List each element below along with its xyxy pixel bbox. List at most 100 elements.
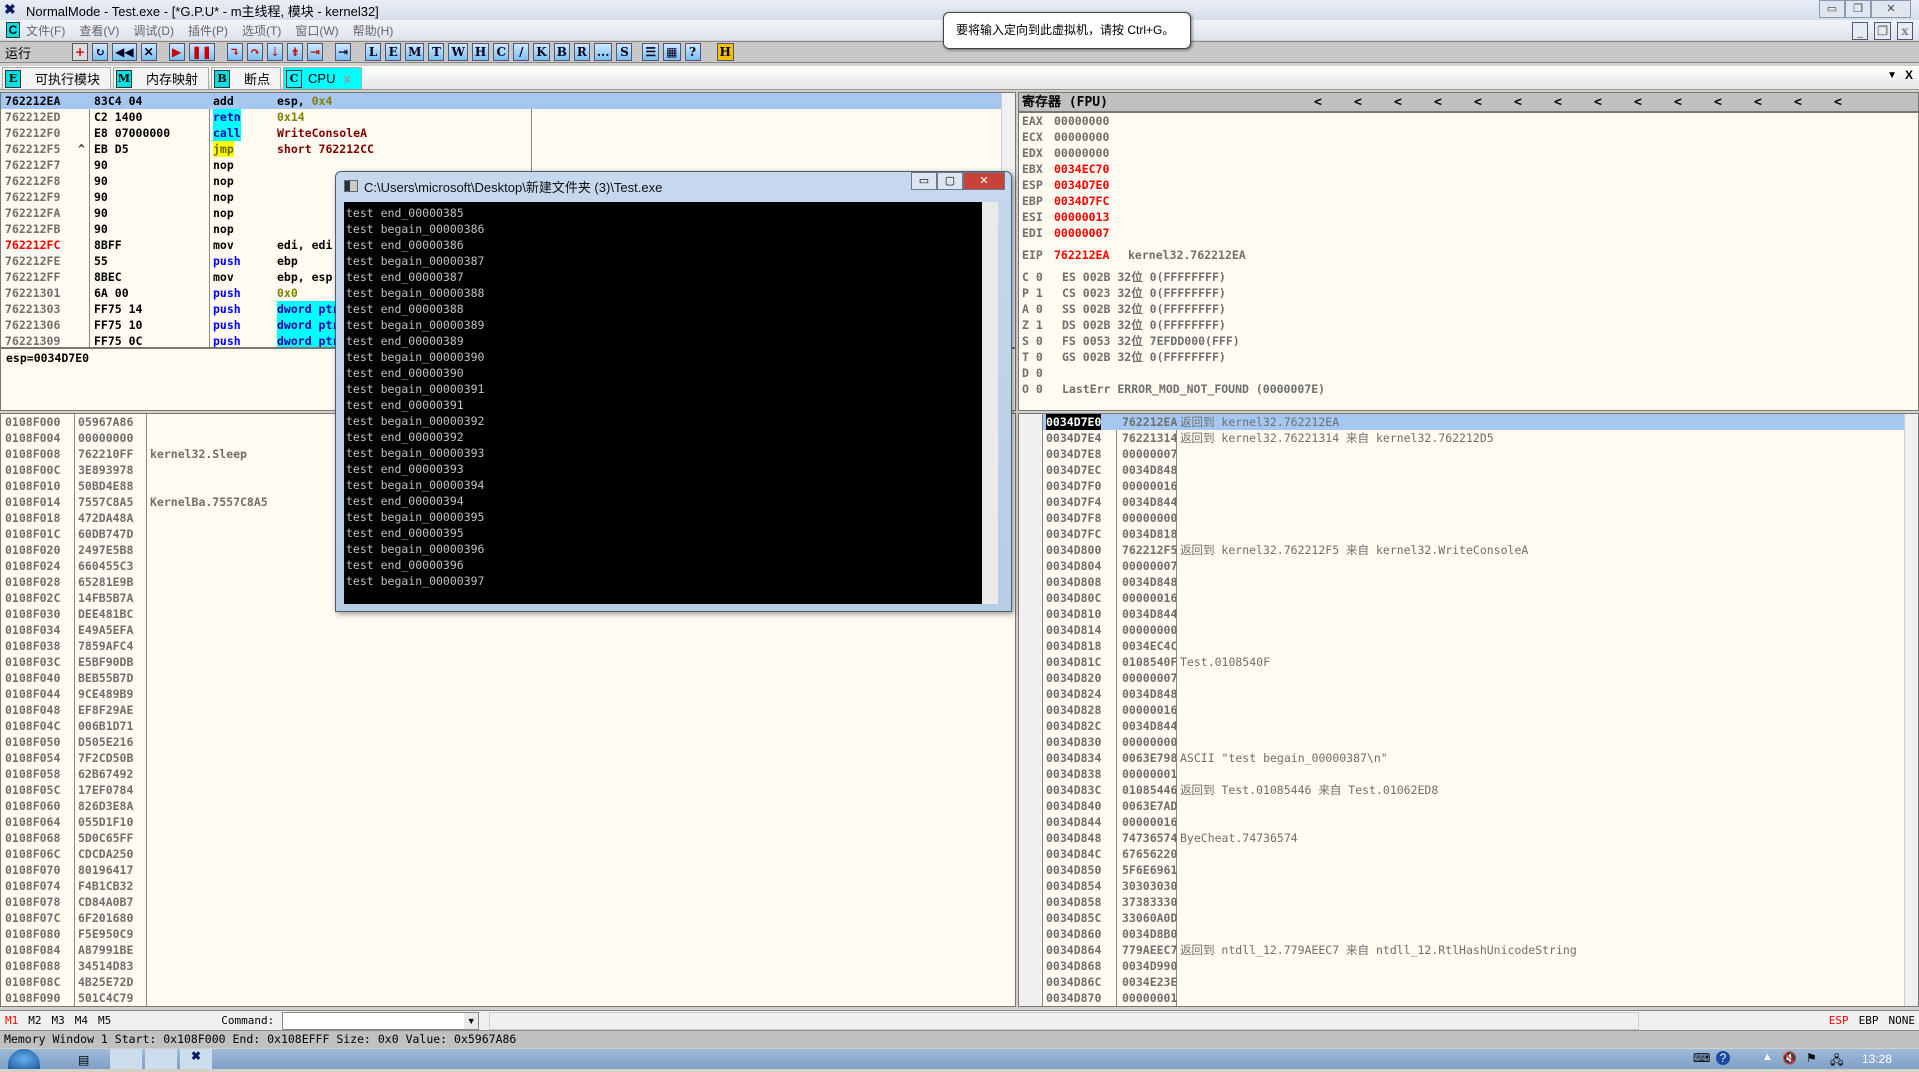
scroll-left-arrow-icon[interactable]: < xyxy=(1794,93,1834,113)
stack-row[interactable]: 0034D864 779AEEC7 返回到 ntdll_12.779AEEC7 来自… xyxy=(1043,942,1904,958)
memory-row[interactable]: 0108F054 7F2CD50B xyxy=(1,750,1015,766)
trace-into-icon[interactable]: ⇣ xyxy=(266,43,283,61)
step-into-icon[interactable]: ↴ xyxy=(226,43,243,61)
toolbar-window-button[interactable]: H xyxy=(471,43,490,61)
stack-scrollbar[interactable] xyxy=(1904,414,1918,1006)
scroll-left-arrow-icon[interactable]: < xyxy=(1714,93,1754,113)
taskbar-app-icon[interactable] xyxy=(110,1049,142,1069)
scroll-left-arrow-icon[interactable]: < xyxy=(1554,93,1594,113)
console-close-button[interactable]: ✕ xyxy=(963,172,1005,190)
memory-row[interactable]: 0108F078 CD84A0B7 xyxy=(1,894,1015,910)
menu-item[interactable]: 文件(F) xyxy=(26,22,65,39)
stack-row[interactable]: 0034D81C 0108540F Test.0108540F xyxy=(1043,654,1904,670)
register-value[interactable]: 0034EC70 xyxy=(1054,161,1109,177)
flag-row[interactable]: P 1 CS 0023 32位 0(FFFFFFFF) xyxy=(1022,285,1918,301)
stack-row[interactable]: 0034D7F0 00000016 xyxy=(1043,478,1904,494)
show-hidden-icons-icon[interactable]: ▲ xyxy=(1762,1051,1773,1063)
scroll-left-arrow-icon[interactable]: < xyxy=(1834,93,1874,113)
stack-row[interactable]: 0034D808 0034D848 xyxy=(1043,574,1904,590)
stack-row[interactable]: 0034D850 5F6E6961 xyxy=(1043,862,1904,878)
toolbar-window-button[interactable]: T xyxy=(428,43,445,61)
memory-row[interactable]: 0108F090 501C4C79 xyxy=(1,990,1015,1006)
minimize-button[interactable]: ▭ xyxy=(1819,0,1845,18)
memory-row[interactable]: 0108F060 826D3E8A xyxy=(1,798,1015,814)
memory-row[interactable]: 0108F068 5D0C65FF xyxy=(1,830,1015,846)
memory-row[interactable]: 0108F05C 17EF0784 xyxy=(1,782,1015,798)
stack-row[interactable]: 0034D828 00000016 xyxy=(1043,702,1904,718)
register-row[interactable]: ECX 00000000 xyxy=(1022,129,1918,145)
h-button[interactable]: H xyxy=(716,43,734,61)
stack-row[interactable]: 0034D834 0063E798 ASCII "test begain_00000… xyxy=(1043,750,1904,766)
console-output[interactable]: test end_00000385 test begain_00000386 tes… xyxy=(344,202,998,604)
scroll-left-arrow-icon[interactable]: < xyxy=(1754,93,1794,113)
toolbar-window-button[interactable]: W xyxy=(448,43,468,61)
scroll-left-arrow-icon[interactable]: < xyxy=(1474,93,1514,113)
flag-value[interactable]: D 0 xyxy=(1022,365,1043,381)
register-value[interactable]: 00000000 xyxy=(1054,129,1109,145)
taskbar-calculator-icon[interactable]: ▤ xyxy=(78,1053,89,1067)
toolbar-window-button[interactable]: R xyxy=(573,43,590,61)
stack-pane[interactable]: 0034D7E0 762212EA 返回到 kernel32.762212EA 003… xyxy=(1018,413,1919,1007)
register-row[interactable]: ESP 0034D7E0 xyxy=(1022,177,1918,193)
register-value[interactable]: 762212EA xyxy=(1054,247,1109,263)
stack-row[interactable]: 0034D838 00000001 xyxy=(1043,766,1904,782)
memory-row[interactable]: 0108F040 BEB55B7D xyxy=(1,670,1015,686)
scroll-left-arrow-icon[interactable]: < xyxy=(1514,93,1554,113)
tab-可执行模块[interactable]: E 可执行模块 xyxy=(2,67,112,89)
menu-item[interactable]: 帮助(H) xyxy=(353,22,394,39)
memory-row[interactable]: 0108F03C E5BF90DB xyxy=(1,654,1015,670)
menu-item[interactable]: 窗口(W) xyxy=(295,22,338,39)
stack-row[interactable]: 0034D804 00000007 xyxy=(1043,558,1904,574)
register-value[interactable]: 0034D7FC xyxy=(1054,193,1109,209)
register-value[interactable]: 0034D7E0 xyxy=(1054,177,1109,193)
scroll-left-arrow-icon[interactable]: < xyxy=(1634,93,1674,113)
close-button[interactable]: ✕ xyxy=(1871,0,1911,18)
register-value[interactable]: 00000000 xyxy=(1054,145,1109,161)
step-over-icon[interactable]: ↷ xyxy=(246,43,263,61)
start-button[interactable] xyxy=(8,1049,40,1069)
memory-row[interactable]: 0108F038 7859AFC4 xyxy=(1,638,1015,654)
stack-row[interactable]: 0034D830 00000000 xyxy=(1043,734,1904,750)
memory-row[interactable]: 0108F070 80196417 xyxy=(1,862,1015,878)
toolbar-window-button[interactable]: S xyxy=(616,43,633,61)
action-center-flag-icon[interactable]: ⚑ xyxy=(1806,1051,1817,1065)
toolbar-window-button[interactable]: L xyxy=(365,43,382,61)
memory-row[interactable]: 0108F064 055D1F10 xyxy=(1,814,1015,830)
close-process-icon[interactable]: ✕ xyxy=(140,43,157,61)
toolbar-window-button[interactable]: C xyxy=(493,43,510,61)
flag-row[interactable]: O 0 LastErr ERROR_MOD_NOT_FOUND (0000007E… xyxy=(1022,381,1918,397)
menu-item[interactable]: 调试(D) xyxy=(133,22,174,39)
stack-row[interactable]: 0034D810 0034D844 xyxy=(1043,606,1904,622)
memory-tab[interactable]: M4 xyxy=(75,1014,88,1027)
stack-row[interactable]: 0034D814 00000000 xyxy=(1043,622,1904,638)
flag-value[interactable]: A 0 xyxy=(1022,301,1043,317)
taskbar-console-icon[interactable] xyxy=(145,1049,177,1069)
trace-over-icon[interactable]: ⇟ xyxy=(286,43,304,61)
menu-item[interactable]: 查看(V) xyxy=(79,22,119,39)
stack-mode-button[interactable]: NONE xyxy=(1889,1014,1916,1027)
help-tray-icon[interactable]: ? xyxy=(1716,1051,1730,1065)
restore-button[interactable]: ❐ xyxy=(1845,0,1871,18)
menu-item[interactable]: 插件(P) xyxy=(188,22,228,39)
stack-row[interactable]: 0034D83C 01085446 返回到 Test.01085446 来自 Tes… xyxy=(1043,782,1904,798)
disassembly-row[interactable]: 762212F0 E8 07000000 call WriteConsoleA xyxy=(1,125,1015,141)
memory-tab[interactable]: M5 xyxy=(98,1014,111,1027)
register-row[interactable]: EDX 00000000 xyxy=(1022,145,1918,161)
stack-row[interactable]: 0034D800 762212F5 返回到 kernel32.762212F5 来自… xyxy=(1043,542,1904,558)
clock[interactable]: 13:28 xyxy=(1862,1052,1892,1066)
stack-row[interactable]: 0034D85C 33060A0D xyxy=(1043,910,1904,926)
memory-row[interactable]: 0108F058 62B67492 xyxy=(1,766,1015,782)
colors-icon[interactable]: ▦ xyxy=(663,43,681,61)
register-row[interactable]: EBP 0034D7FC xyxy=(1022,193,1918,209)
memory-row[interactable]: 0108F034 E49A5EFA xyxy=(1,622,1015,638)
memory-row[interactable]: 0108F048 EF8F29AE xyxy=(1,702,1015,718)
stack-row[interactable]: 0034D80C 00000016 xyxy=(1043,590,1904,606)
toolbar-window-button[interactable]: K xyxy=(533,43,550,61)
toolbar-window-button[interactable]: E xyxy=(385,43,402,61)
stack-mode-button[interactable]: ESP xyxy=(1829,1014,1849,1027)
stack-row[interactable]: 0034D820 00000007 xyxy=(1043,670,1904,686)
flag-row[interactable]: A 0 SS 002B 32位 0(FFFFFFFF) xyxy=(1022,301,1918,317)
memory-tab[interactable]: M2 xyxy=(28,1014,41,1027)
breakpoint-cross-icon[interactable]: + xyxy=(72,43,89,61)
register-row[interactable]: EBX 0034EC70 xyxy=(1022,161,1918,177)
